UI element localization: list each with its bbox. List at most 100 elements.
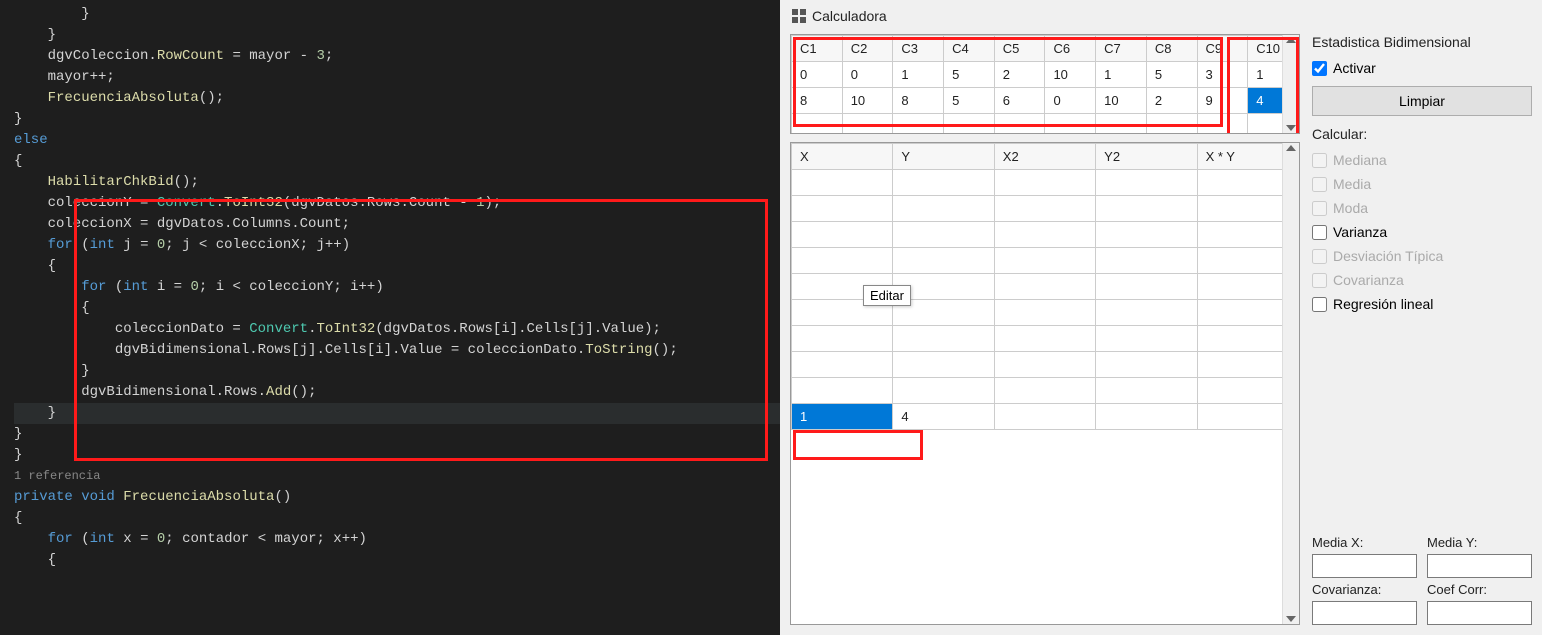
table-row[interactable] [792,326,1299,352]
table-row[interactable] [792,196,1299,222]
grid-cell[interactable]: 4 [893,404,994,430]
grid-cell[interactable]: 5 [944,88,995,114]
grid-cell[interactable]: 10 [1045,62,1096,88]
code-line[interactable]: coleccionDato = Convert.ToInt32(dgvDatos… [14,319,780,340]
code-line[interactable]: else [14,130,780,151]
code-line[interactable]: mayor++; [14,67,780,88]
grid-cell[interactable] [994,404,1095,430]
scroll-down-icon[interactable] [1286,616,1296,622]
column-header[interactable]: X2 [994,144,1095,170]
code-line[interactable]: } [14,109,780,130]
code-line[interactable]: } [14,424,780,445]
grid-cell[interactable]: 3 [1197,62,1248,88]
grid-cell[interactable] [893,326,994,352]
scrollbar-vertical[interactable] [1282,35,1299,133]
column-header[interactable]: C2 [842,36,893,62]
column-header[interactable]: C1 [792,36,843,62]
table-row[interactable]: 810856010294 [792,88,1299,114]
grid-cell[interactable]: 10 [1096,88,1147,114]
column-header[interactable]: C8 [1146,36,1197,62]
grid-cell[interactable]: 1 [893,62,944,88]
code-line[interactable]: dgvColeccion.RowCount = mayor - 3; [14,46,780,67]
table-row-new[interactable] [792,114,1299,135]
grid-cell[interactable] [893,378,994,404]
grid-cell[interactable] [792,378,893,404]
grid-cell[interactable] [792,352,893,378]
grid-cell[interactable] [893,114,944,135]
grid-cell[interactable]: 5 [944,62,995,88]
grid-cell[interactable] [994,114,1045,135]
column-header[interactable]: Y2 [1096,144,1197,170]
grid-cell[interactable] [893,196,994,222]
code-line[interactable]: dgvBidimensional.Rows[j].Cells[i].Value … [14,340,780,361]
code-lens[interactable]: 1 referencia [14,466,780,487]
grid-cell[interactable] [994,196,1095,222]
column-header[interactable]: Y [893,144,994,170]
grid-cell[interactable] [994,248,1095,274]
code-line[interactable]: { [14,151,780,172]
grid-cell[interactable] [994,378,1095,404]
grid-cell[interactable] [1096,248,1197,274]
code-line[interactable]: FrecuenciaAbsoluta(); [14,88,780,109]
grid-cell[interactable] [792,326,893,352]
grid-cell[interactable]: 0 [842,62,893,88]
table-row[interactable] [792,170,1299,196]
grid-cell[interactable] [994,352,1095,378]
option-checkbox[interactable] [1312,297,1327,312]
grid-cell[interactable] [1096,300,1197,326]
grid-cell[interactable]: 10 [842,88,893,114]
table-row[interactable] [792,352,1299,378]
code-line[interactable]: private void FrecuenciaAbsoluta() [14,487,780,508]
scroll-up-icon[interactable] [1286,145,1296,151]
grid-cell[interactable] [792,114,843,135]
scroll-up-icon[interactable] [1286,37,1296,43]
code-line[interactable]: { [14,256,780,277]
grid-cell[interactable] [994,222,1095,248]
code-line[interactable]: { [14,298,780,319]
table-row[interactable] [792,222,1299,248]
table-row[interactable] [792,248,1299,274]
grid-cell[interactable] [944,114,995,135]
column-header[interactable]: C9 [1197,36,1248,62]
grid-cell[interactable] [893,248,994,274]
grid-cell[interactable] [994,274,1095,300]
grid-cell[interactable] [1096,326,1197,352]
code-line[interactable]: } [14,4,780,25]
activar-checkbox[interactable] [1312,61,1327,76]
grid-cell[interactable]: 5 [1146,62,1197,88]
grid-cell[interactable] [1096,170,1197,196]
grid-cell[interactable] [842,114,893,135]
limpiar-button[interactable]: Limpiar [1312,86,1532,116]
grid-cell[interactable]: 0 [792,62,843,88]
code-line[interactable]: for (int i = 0; i < coleccionY; i++) [14,277,780,298]
data-grid-top[interactable]: C1C2C3C4C5C6C7C8C9C100015210153181085601… [790,34,1300,134]
column-header[interactable]: X [792,144,893,170]
calc-option[interactable]: Varianza [1312,224,1532,240]
grid-cell[interactable] [792,222,893,248]
grid-cell[interactable] [994,326,1095,352]
grid-cell[interactable] [1045,114,1096,135]
column-header[interactable]: C5 [994,36,1045,62]
grid-cell[interactable]: 1 [1096,62,1147,88]
grid-cell[interactable]: 1 [792,404,893,430]
code-line[interactable]: dgvBidimensional.Rows.Add(); [14,382,780,403]
grid-cell[interactable] [1096,274,1197,300]
calc-option[interactable]: Regresión lineal [1312,296,1532,312]
scroll-down-icon[interactable] [1286,125,1296,131]
column-header[interactable]: C7 [1096,36,1147,62]
grid-cell[interactable] [1096,222,1197,248]
grid-cell[interactable]: 8 [792,88,843,114]
option-checkbox[interactable] [1312,225,1327,240]
grid-cell[interactable] [1096,378,1197,404]
table-row[interactable]: 14 [792,404,1299,430]
code-line[interactable]: } [14,361,780,382]
code-line[interactable]: } [14,25,780,46]
code-editor[interactable]: } } dgvColeccion.RowCount = mayor - 3; m… [0,0,780,635]
code-line[interactable]: } [14,403,780,424]
code-line[interactable]: { [14,508,780,529]
scrollbar-vertical[interactable] [1282,143,1299,624]
grid-cell[interactable] [994,300,1095,326]
grid-cell[interactable] [1146,114,1197,135]
code-line[interactable]: for (int j = 0; j < coleccionX; j++) [14,235,780,256]
column-header[interactable]: C6 [1045,36,1096,62]
